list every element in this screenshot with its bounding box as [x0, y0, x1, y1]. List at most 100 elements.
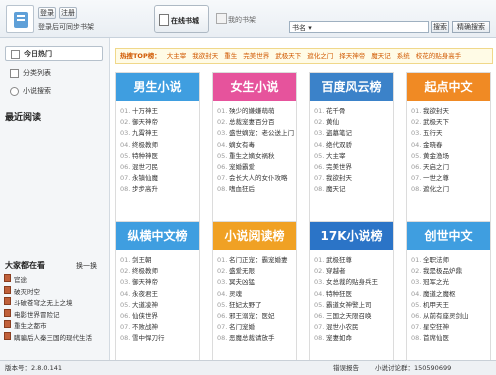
list-item[interactable]: 06. 混世刁民 — [120, 162, 198, 173]
search-button[interactable]: 搜索 — [431, 21, 449, 33]
book-title[interactable]: 灵魂 — [229, 290, 242, 298]
ranking-title[interactable]: 小说阅读榜 — [213, 222, 296, 250]
book-title[interactable]: 大道凌神 — [132, 301, 158, 309]
list-item[interactable]: 06. 天启之门 — [411, 162, 489, 173]
book-title[interactable]: 终极教师 — [132, 141, 158, 149]
book-title[interactable]: 狂妃太野了 — [229, 301, 262, 309]
book-title[interactable]: 绝代双骄 — [326, 141, 352, 149]
list-item[interactable]: 02. 穿越者 — [314, 266, 392, 277]
list-item[interactable]: 电影世界冒险记 — [14, 309, 107, 319]
list-item[interactable]: 06. 三国之天限召唤 — [314, 311, 392, 322]
book-title[interactable]: 不败战神 — [132, 323, 158, 331]
list-item[interactable]: 官途 — [14, 274, 107, 284]
book-title[interactable]: 我欲封天 — [423, 107, 449, 115]
hot-keyword[interactable]: 遮化之门 — [307, 52, 333, 60]
hot-keyword[interactable]: 完美世界 — [243, 52, 269, 60]
book-title[interactable]: 仙侠世界 — [132, 312, 158, 320]
list-item[interactable]: 破灭时空 — [14, 286, 107, 296]
list-item[interactable]: 07. 我欲封天 — [314, 173, 392, 184]
hot-keyword[interactable]: 魔天记 — [371, 52, 391, 60]
list-item[interactable]: 01. 名门正宠：霸宠婚妻 — [217, 255, 295, 266]
book-title[interactable]: 天启之门 — [423, 163, 449, 171]
book-title[interactable]: 完美世界 — [326, 163, 352, 171]
search-input[interactable]: 书名 ▾ — [289, 21, 429, 33]
list-item[interactable]: 03. 九霄神王 — [120, 128, 198, 139]
book-title[interactable]: 三国之天限召唤 — [326, 312, 372, 320]
book-title[interactable]: 会长大人的女仆攻略 — [229, 174, 288, 182]
book-title[interactable]: 混世刁民 — [132, 163, 158, 171]
book-title[interactable]: 五行天 — [423, 129, 443, 137]
book-title[interactable]: 名门正宠：霸宠婚妻 — [229, 256, 288, 264]
list-item[interactable]: 06. 完美世界 — [314, 162, 392, 173]
book-title[interactable]: 盛爱无限 — [229, 267, 255, 275]
list-item[interactable]: 07. 会长大人的女仆攻略 — [217, 173, 295, 184]
list-item[interactable]: 07. 名门宠婚 — [217, 322, 295, 333]
list-item[interactable]: 01. 殃少的嫌嫌萌萌 — [217, 106, 295, 117]
book-title[interactable]: 盛世嫡宠：老公送上门 — [229, 129, 294, 137]
book-title[interactable]: 从前有座灵剑山 — [423, 312, 469, 320]
book-title[interactable]: 特种神医 — [132, 152, 158, 160]
book-title[interactable]: 穿越者 — [326, 267, 346, 275]
register-button[interactable]: 注册 — [59, 7, 77, 19]
list-item[interactable]: 重生之都市 — [14, 320, 107, 330]
book-title[interactable]: 大主宰 — [326, 152, 346, 160]
book-title[interactable]: 一世之尊 — [423, 174, 449, 182]
book-title[interactable]: 总裁宠妻百分百 — [229, 118, 275, 126]
list-item[interactable]: 05. 狂妃太野了 — [217, 300, 295, 311]
sidebar-item-search[interactable]: 小说搜索 — [5, 84, 103, 99]
book-title[interactable]: 邪王溺宠：医妃 — [229, 312, 275, 320]
book-title[interactable]: 宠妻如命 — [326, 334, 352, 342]
list-item[interactable]: 03. 盗墓笔记 — [314, 128, 392, 139]
search-type-dropdown[interactable]: 书名 ▾ — [292, 23, 312, 33]
list-item[interactable]: 06. 从前有座灵剑山 — [411, 311, 489, 322]
list-item[interactable]: 08. 宠妻如命 — [314, 333, 392, 344]
hot-keyword[interactable]: 校花的贴身高手 — [416, 52, 462, 60]
sidebar-item-category[interactable]: 分类列表 — [5, 66, 103, 81]
book-title[interactable]: 终极教师 — [132, 267, 158, 275]
list-item[interactable]: 05. 重生之嫡女祸秋 — [217, 151, 295, 162]
book-title[interactable]: 御天神帝 — [132, 118, 158, 126]
list-item[interactable]: 01. 武极狂尊 — [314, 255, 392, 266]
hot-keyword[interactable]: 系统 — [397, 52, 410, 60]
list-item[interactable]: 05. 霸道女神警上司 — [314, 300, 392, 311]
book-title[interactable]: 雪中悍刀行 — [132, 334, 165, 342]
list-item[interactable]: 03. 冥夫凶猛 — [217, 277, 295, 288]
book-title[interactable]: 黄仙 — [326, 118, 339, 126]
hot-keyword[interactable]: 择天神帝 — [339, 52, 365, 60]
list-item[interactable]: 05. 黄金渔场 — [411, 151, 489, 162]
list-item[interactable]: 03. 御天神帝 — [120, 277, 198, 288]
book-title[interactable]: 盗墓笔记 — [326, 129, 352, 137]
refresh-link[interactable]: 换一换 — [76, 261, 97, 271]
list-item[interactable]: 01. 十万神王 — [120, 106, 198, 117]
book-title[interactable]: 殃少的嫌嫌萌萌 — [229, 107, 275, 115]
book-title[interactable]: 黄金渔场 — [423, 152, 449, 160]
error-report-link[interactable]: 错误报告 — [333, 361, 359, 375]
book-title[interactable]: 星空狂神 — [423, 323, 449, 331]
list-item[interactable]: 06. 邪王溺宠：医妃 — [217, 311, 295, 322]
list-item[interactable]: 03. 五行天 — [411, 128, 489, 139]
list-item[interactable]: 08. 嗜血狂后 — [217, 184, 295, 195]
book-title[interactable]: 御天神帝 — [132, 278, 158, 286]
book-title[interactable]: 花千骨 — [326, 107, 346, 115]
list-item[interactable]: 04. 嫡女有毒 — [217, 140, 295, 151]
book-title[interactable]: 九霄神王 — [132, 129, 158, 137]
list-item[interactable]: 05. 大主宰 — [314, 151, 392, 162]
book-title[interactable]: 名门宠婚 — [229, 323, 255, 331]
book-title[interactable]: 我是极品炉鼎 — [423, 267, 462, 275]
book-title[interactable]: 嫡女有毒 — [229, 141, 255, 149]
ranking-title[interactable]: 女生小说 — [213, 73, 296, 101]
list-item[interactable]: 02. 总裁宠妻百分百 — [217, 117, 295, 128]
list-item[interactable]: 04. 灵魂 — [217, 289, 295, 300]
list-item[interactable]: 06. 仙侠世界 — [120, 311, 198, 322]
book-title[interactable]: 全职法师 — [423, 256, 449, 264]
list-item[interactable]: 08. 魔天记 — [314, 184, 392, 195]
list-item[interactable]: 01. 全职法师 — [411, 255, 489, 266]
book-title[interactable]: 机甲天王 — [423, 301, 449, 309]
book-title[interactable]: 冥夫凶猛 — [229, 278, 255, 286]
list-item[interactable]: 01. 剑王朝 — [120, 255, 198, 266]
book-title[interactable]: 永夜君王 — [132, 290, 158, 298]
list-item[interactable]: 08. 遮化之门 — [411, 184, 489, 195]
list-item[interactable]: 05. 特种神医 — [120, 151, 198, 162]
list-item[interactable]: 08. 恶魔总裁请放手 — [217, 333, 295, 344]
list-item[interactable]: 05. 大道凌神 — [120, 300, 198, 311]
